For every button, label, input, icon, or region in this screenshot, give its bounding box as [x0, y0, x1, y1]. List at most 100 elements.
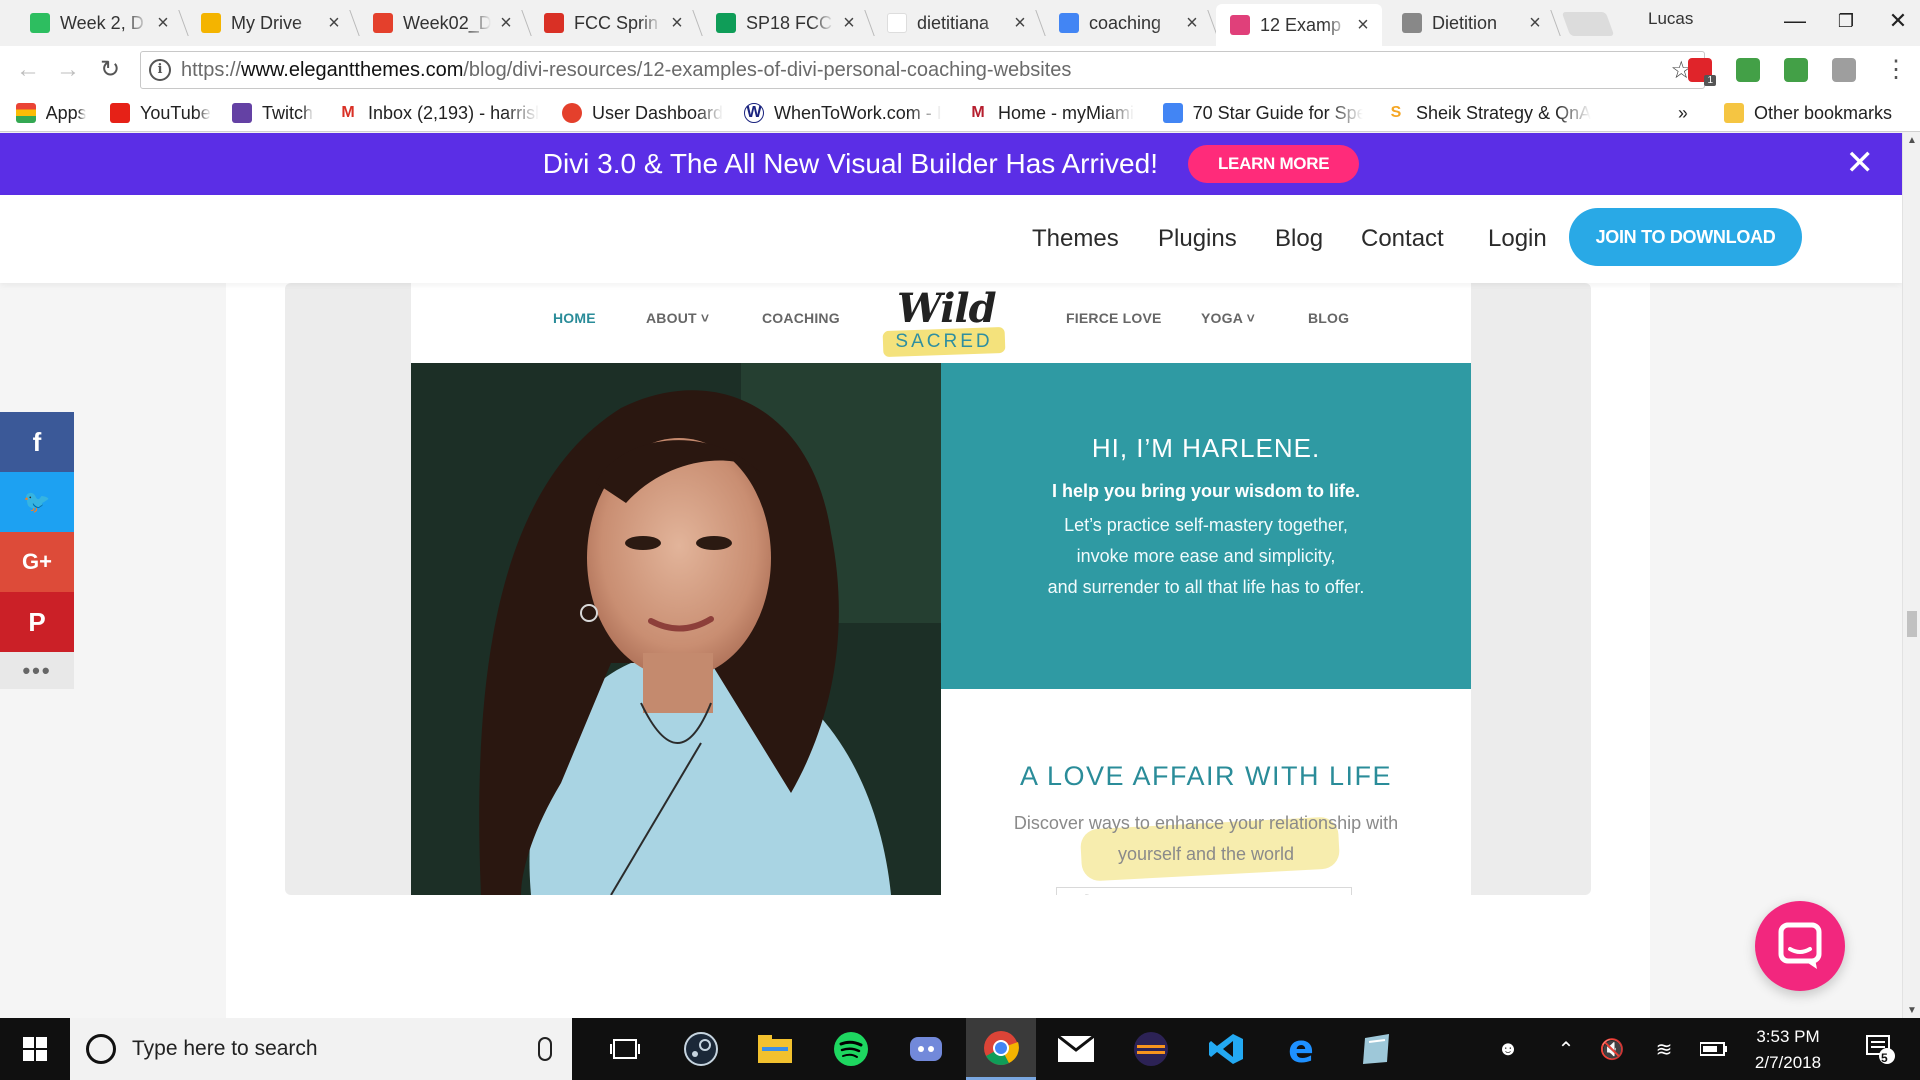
tab-close-icon[interactable]: × — [154, 12, 172, 35]
bookmarks-bar: » Other bookmarks Apps YouTube Twitch M Inbo… — [0, 94, 1920, 132]
minimize-icon[interactable]: — — [1775, 6, 1815, 36]
example-nav-about: ABOUT ˅ — [646, 310, 710, 326]
site-info-icon[interactable]: i — [149, 59, 171, 81]
notepad-app-icon[interactable] — [1341, 1018, 1411, 1080]
example-nav-yoga: YOGA ˅ — [1201, 310, 1255, 326]
print-icon[interactable] — [1736, 58, 1760, 82]
section-line: Discover ways to enhance your relationsh… — [1013, 813, 1399, 833]
start-button[interactable] — [0, 1018, 70, 1080]
spotify-icon[interactable] — [816, 1018, 886, 1080]
nav-contact[interactable]: Contact — [1361, 225, 1444, 253]
bookmark-item[interactable]: M Inbox (2,193) - harrisl — [338, 100, 548, 126]
tab-title: 12 Examp — [1260, 14, 1342, 35]
tab-close-icon[interactable]: × — [840, 12, 858, 35]
bookmark-item[interactable]: User Dashboard — [562, 100, 732, 126]
bookmark-item[interactable]: Apps — [16, 100, 86, 126]
scroll-up-icon[interactable]: ▲ — [1903, 135, 1920, 146]
new-tab-button[interactable] — [1561, 12, 1615, 36]
nav-blog[interactable]: Blog — [1275, 225, 1323, 253]
tab-close-icon[interactable]: × — [325, 12, 343, 35]
people-icon[interactable]: ☻ — [1490, 1018, 1526, 1080]
profile-name[interactable]: Lucas — [1648, 9, 1693, 29]
vscode-icon[interactable] — [1191, 1018, 1261, 1080]
browser-tab[interactable]: Dietition × — [1388, 4, 1554, 42]
wifi-icon[interactable]: ≋ — [1646, 1018, 1682, 1080]
browser-tab[interactable]: SP18 FCC × — [702, 4, 868, 42]
forward-icon[interactable]: → — [52, 54, 84, 86]
tab-close-icon[interactable]: × — [497, 12, 515, 35]
browser-tab[interactable]: FCC Sprin × — [530, 4, 696, 42]
discord-icon[interactable] — [891, 1018, 961, 1080]
mail-icon[interactable] — [1041, 1018, 1111, 1080]
close-promo-icon[interactable]: ✕ — [1846, 145, 1875, 181]
nav-plugins[interactable]: Plugins — [1158, 225, 1237, 253]
twitter-share-icon[interactable]: 🐦 — [0, 472, 74, 532]
bookmark-item[interactable]: M Home - myMiami — [968, 100, 1148, 126]
pinterest-share-icon[interactable]: P — [0, 592, 74, 652]
taskbar-search-placeholder[interactable]: Type here to search — [132, 1037, 538, 1061]
cortana-icon[interactable] — [86, 1034, 116, 1064]
screen: Lucas — ❐ ✕ Week 2, D × My Drive × Week02_D ×… — [0, 0, 1920, 1080]
url-text[interactable]: https://www.elegantthemes.com/blog/divi-… — [181, 59, 1670, 82]
miami-shield-icon[interactable] — [1784, 58, 1808, 82]
tab-close-icon[interactable]: × — [1526, 12, 1544, 35]
close-window-icon[interactable]: ✕ — [1878, 6, 1918, 36]
bookmark-item[interactable]: W WhenToWork.com - I — [744, 100, 954, 126]
page-scrollbar[interactable]: ▲ ▼ — [1902, 133, 1920, 1018]
battery-icon[interactable] — [1696, 1018, 1732, 1080]
bookmark-label: Inbox (2,193) - harrisl — [368, 102, 540, 123]
other-bookmarks[interactable]: Other bookmarks — [1724, 100, 1892, 126]
taskbar-search[interactable]: Type here to search — [70, 1018, 572, 1080]
bookmark-item[interactable]: YouTube — [110, 100, 220, 126]
browser-tab[interactable]: Week02_D × — [359, 4, 525, 42]
restore-icon[interactable]: ❐ — [1826, 6, 1866, 36]
google-drive-icon — [201, 13, 221, 33]
nav-themes[interactable]: Themes — [1032, 225, 1119, 253]
bookmark-item[interactable]: S Sheik Strategy & QnA — [1386, 100, 1606, 126]
action-center-icon[interactable]: 5 — [1856, 1018, 1904, 1080]
tab-close-icon[interactable]: × — [1354, 14, 1372, 37]
extension-icon[interactable] — [1832, 58, 1856, 82]
bookmarks-overflow[interactable]: » — [1678, 100, 1688, 126]
adblock-icon[interactable]: 1 — [1688, 58, 1716, 86]
browser-tab[interactable]: 12 Examp × — [1216, 4, 1382, 46]
more-share-icon[interactable]: ••• — [0, 652, 74, 689]
google-plus-share-icon[interactable]: G+ — [0, 532, 74, 592]
volume-muted-icon[interactable]: 🔇 — [1594, 1018, 1630, 1080]
task-view-icon[interactable] — [590, 1018, 660, 1080]
file-explorer-icon[interactable] — [740, 1018, 810, 1080]
bookmark-item[interactable]: Twitch — [232, 100, 322, 126]
scrollbar-thumb[interactable] — [1907, 611, 1917, 637]
browser-tab[interactable]: dietitiana × — [873, 4, 1039, 42]
join-to-download-button[interactable]: JOIN TO DOWNLOAD — [1569, 208, 1802, 266]
bookmark-item[interactable]: 70 Star Guide for Spe — [1163, 100, 1363, 126]
menu-dots-icon[interactable]: ⋮ — [1880, 54, 1912, 86]
tray-chevron-up-icon[interactable]: ⌃ — [1550, 1018, 1582, 1080]
browser-tab[interactable]: Week 2, D × — [16, 4, 182, 42]
address-bar[interactable]: i https://www.elegantthemes.com/blog/div… — [140, 51, 1705, 89]
tab-title: FCC Sprin — [574, 12, 659, 33]
back-icon[interactable]: ← — [12, 54, 44, 86]
eclipse-icon[interactable] — [1116, 1018, 1186, 1080]
bookmark-label: 70 Star Guide for Spe — [1192, 102, 1363, 123]
chat-launcher-button[interactable] — [1755, 901, 1845, 991]
nav-login[interactable]: Login — [1488, 225, 1547, 253]
system-clock[interactable]: 3:53 PM 2/7/2018 — [1740, 1024, 1836, 1076]
browser-tab[interactable]: coaching × — [1045, 4, 1211, 42]
scroll-down-icon[interactable]: ▼ — [1903, 1005, 1920, 1016]
bookmark-label: WhenToWork.com - I — [774, 102, 942, 123]
reload-icon[interactable]: ↻ — [94, 54, 126, 86]
tab-close-icon[interactable]: × — [1011, 12, 1029, 35]
facebook-share-icon[interactable]: f — [0, 412, 74, 472]
steam-icon[interactable] — [666, 1018, 736, 1080]
tab-close-icon[interactable]: × — [668, 12, 686, 35]
browser-tab[interactable]: My Drive × — [187, 4, 353, 42]
sheets-icon — [716, 13, 736, 33]
learn-more-button[interactable]: LEARN MORE — [1187, 145, 1360, 183]
microphone-icon[interactable] — [538, 1037, 552, 1061]
chrome-icon[interactable] — [966, 1018, 1036, 1080]
hero-intro-panel: HI, I’M HARLENE. I help you bring your w… — [941, 363, 1471, 689]
edge-icon[interactable]: e — [1266, 1018, 1336, 1080]
tab-close-icon[interactable]: × — [1183, 12, 1201, 35]
smash-icon: S — [1386, 103, 1406, 123]
